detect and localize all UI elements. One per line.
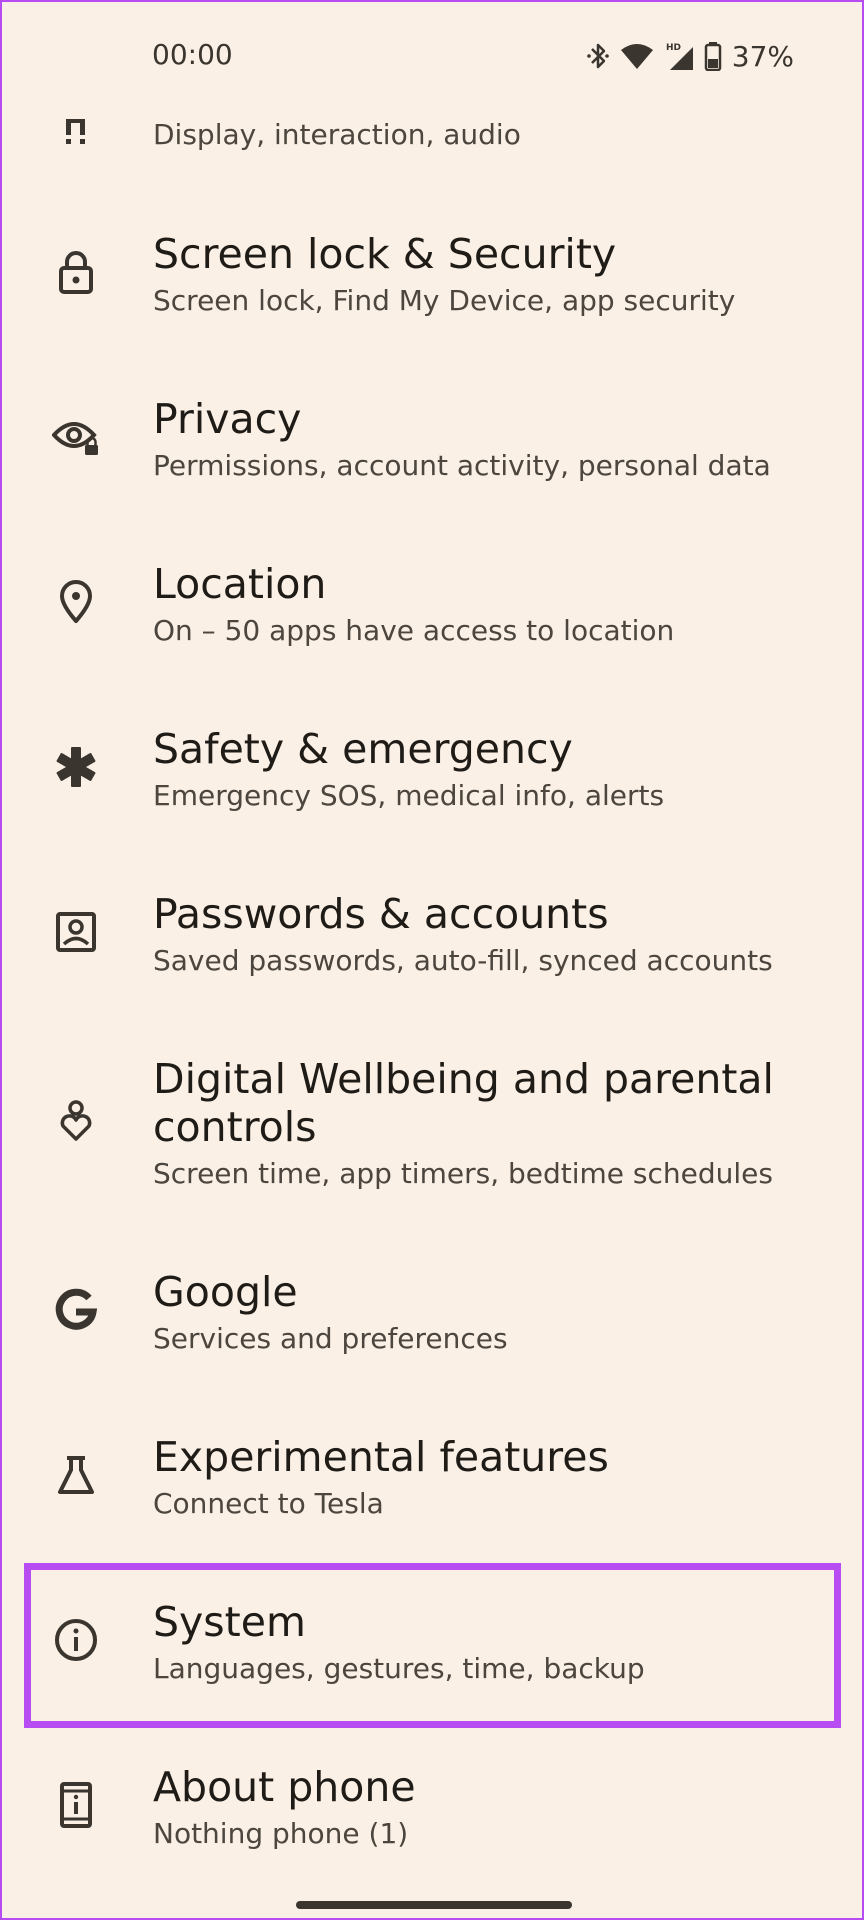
settings-item-subtitle: Saved passwords, auto-fill, synced accou… [153,944,773,977]
settings-item-privacy[interactable]: Privacy Permissions, account activity, p… [2,387,864,497]
settings-item-title: Google [153,1268,298,1316]
settings-item-title: Location [153,560,327,608]
flask-icon [52,1451,100,1499]
phone-info-icon [52,1781,100,1829]
settings-item-experimental-features[interactable]: Experimental features Connect to Tesla [2,1425,864,1535]
wifi-icon [620,44,653,69]
status-icons: HD 37% [586,38,794,74]
settings-item-about-phone[interactable]: About phone Nothing phone (1) [2,1755,864,1865]
settings-item-location[interactable]: Location On – 50 apps have access to loc… [2,552,864,662]
location-pin-icon [52,578,100,626]
settings-item-subtitle: Nothing phone (1) [153,1817,409,1850]
battery-percent: 37% [731,39,794,73]
status-bar: 00:00 HD 37% [2,2,864,112]
status-time: 00:00 [152,38,233,71]
hd-label: HD [666,43,681,53]
hd-signal-icon: HD [666,43,693,70]
settings-item-title-line2: controls [153,1103,317,1151]
account-box-icon [52,908,100,956]
google-g-icon [52,1286,100,1334]
settings-item-subtitle: Connect to Tesla [153,1487,384,1520]
settings-item-title: Digital Wellbeing and parental [153,1055,774,1103]
settings-item-title: Screen lock & Security [153,230,617,278]
lock-icon [52,248,100,296]
accessibility-icon [52,106,100,154]
settings-item-title: Privacy [153,395,302,443]
settings-item-title: Safety & emergency [153,725,573,773]
asterisk-icon [52,743,100,791]
settings-item-subtitle: Services and preferences [153,1322,508,1355]
settings-item-title: Experimental features [153,1433,609,1481]
settings-item-title: Passwords & accounts [153,890,609,938]
settings-item-title: About phone [153,1763,416,1811]
highlight-box [24,1563,841,1728]
battery-icon [704,42,722,71]
settings-item-google[interactable]: Google Services and preferences [2,1260,864,1370]
settings-item-subtitle: Screen time, app timers, bedtime schedul… [153,1157,773,1190]
bluetooth-icon [586,43,609,69]
settings-item-screen-lock-security[interactable]: Screen lock & Security Screen lock, Find… [2,222,864,332]
gesture-nav-handle[interactable] [296,1901,572,1909]
privacy-eye-icon [52,413,100,461]
wellbeing-icon [52,1097,100,1145]
settings-item-passwords-accounts[interactable]: Passwords & accounts Saved passwords, au… [2,882,864,992]
settings-item-digital-wellbeing[interactable]: Digital Wellbeing and parental controls … [2,1047,864,1197]
settings-item-safety-emergency[interactable]: Safety & emergency Emergency SOS, medica… [2,717,864,827]
settings-item-subtitle: Display, interaction, audio [153,118,521,151]
settings-item-subtitle: On – 50 apps have access to location [153,614,675,647]
settings-item-subtitle: Emergency SOS, medical info, alerts [153,779,665,812]
settings-item-accessibility[interactable]: Display, interaction, audio [2,100,864,160]
settings-item-subtitle: Permissions, account activity, personal … [153,449,771,482]
settings-item-subtitle: Screen lock, Find My Device, app securit… [153,284,736,317]
